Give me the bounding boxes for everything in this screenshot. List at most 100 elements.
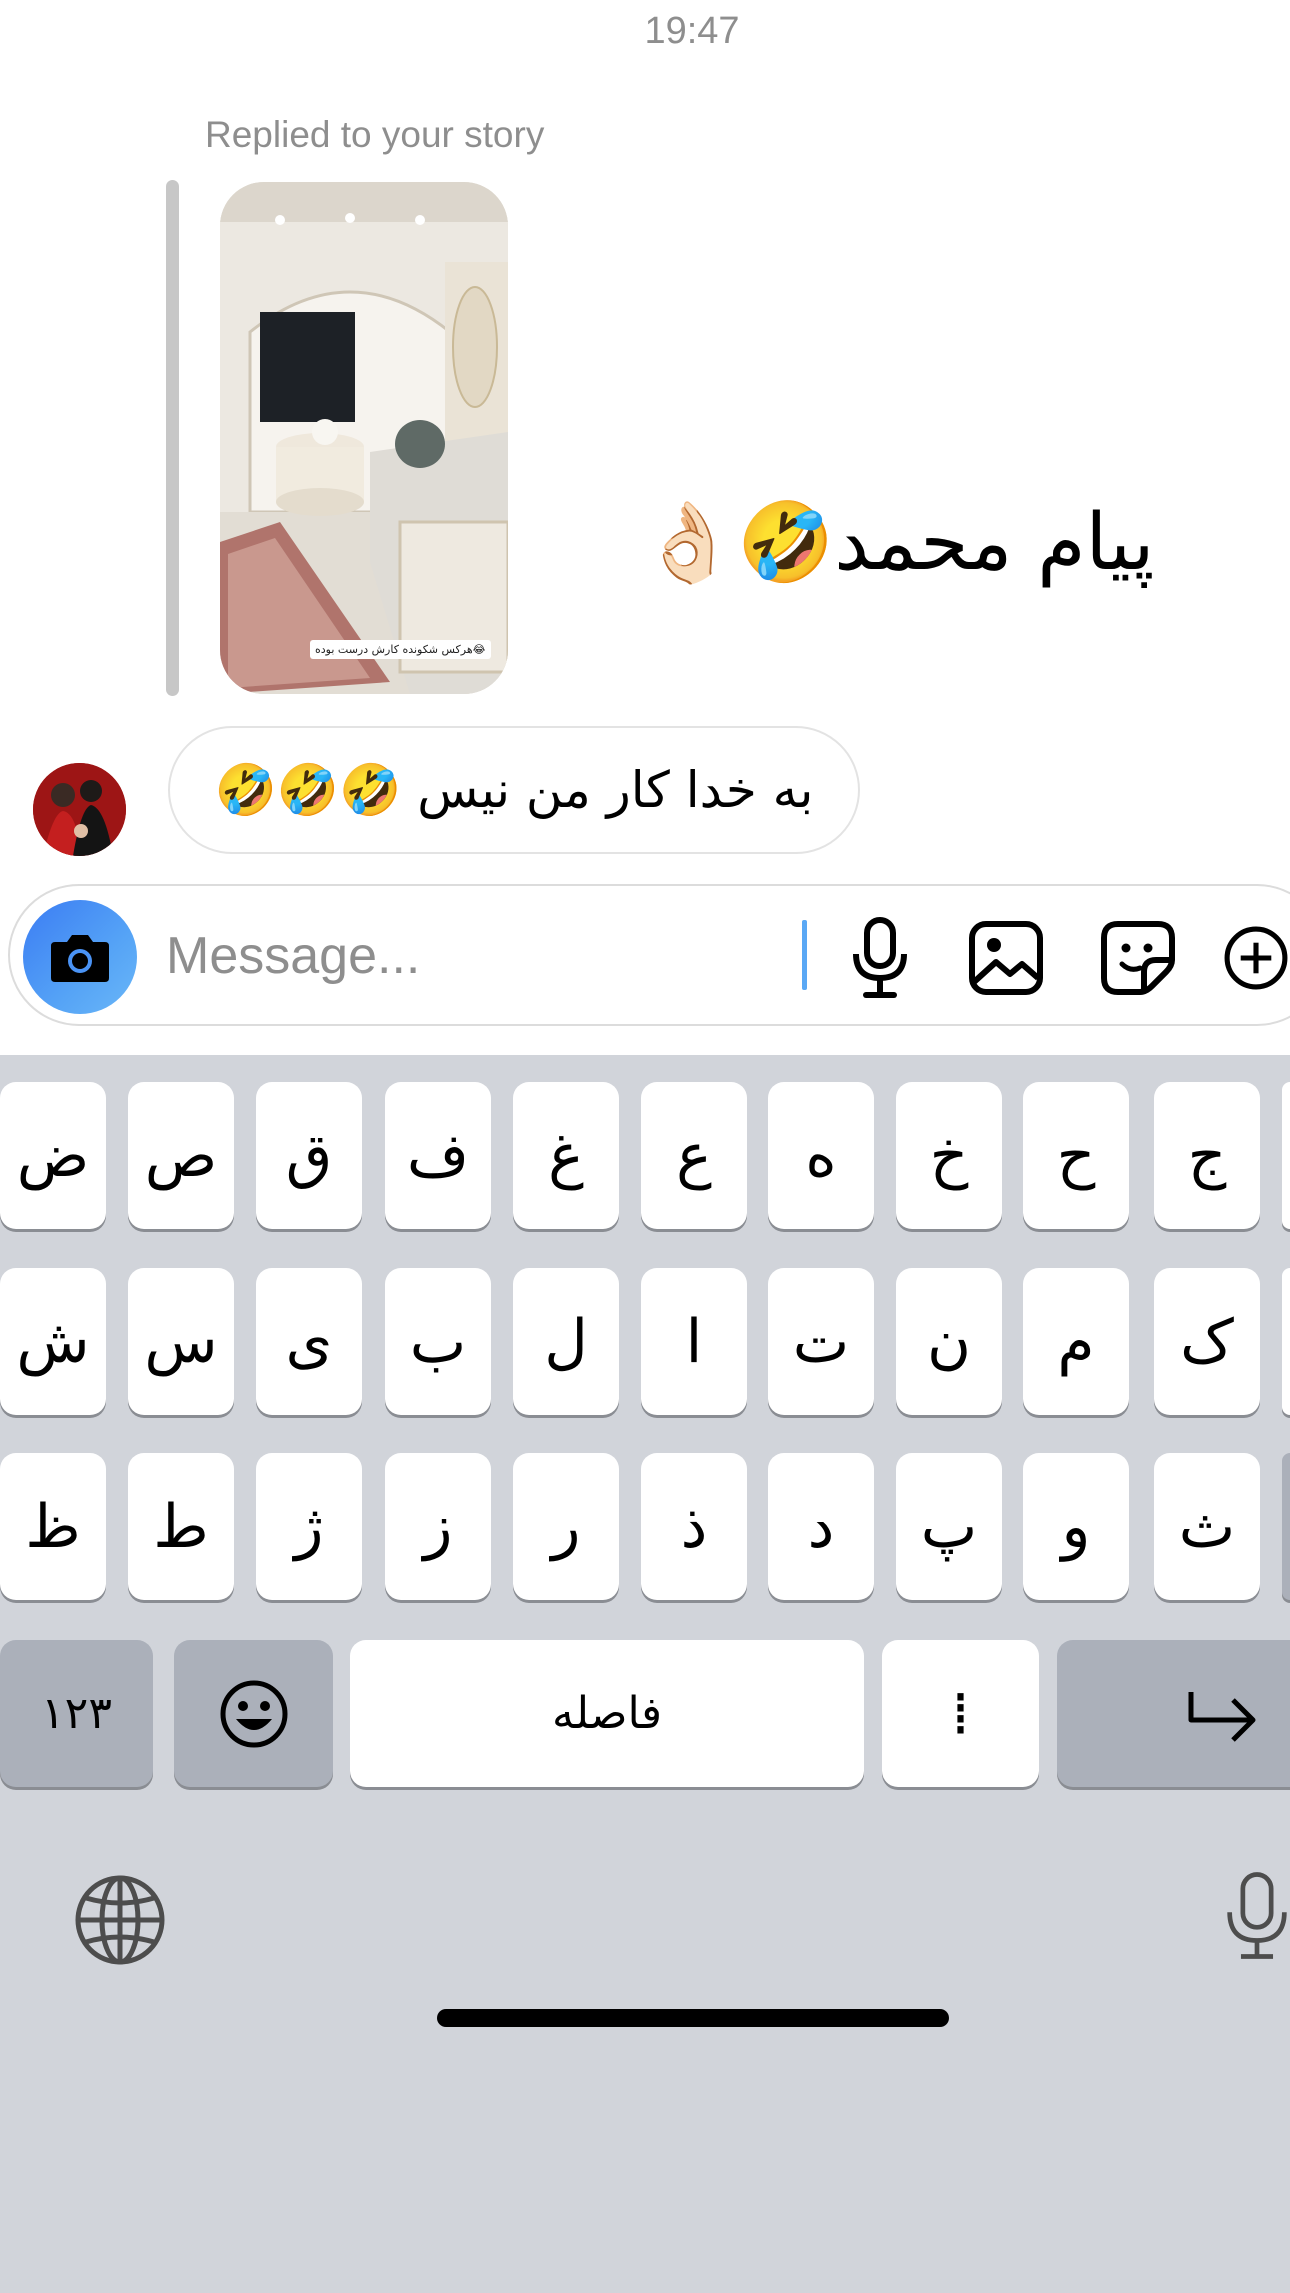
plus-circle-icon xyxy=(1224,926,1288,990)
key[interactable]: ژ xyxy=(256,1453,362,1600)
key[interactable]: ر xyxy=(513,1453,619,1600)
reply-quote-bar xyxy=(166,180,179,696)
emoji-icon xyxy=(220,1680,287,1747)
key-label: ه xyxy=(805,1120,837,1191)
key[interactable]: د xyxy=(768,1453,874,1600)
home-indicator xyxy=(437,2009,949,2027)
key-partial[interactable] xyxy=(1282,1268,1290,1415)
key-label: ع xyxy=(676,1120,712,1191)
key[interactable]: س xyxy=(128,1268,234,1415)
backspace-key-partial[interactable] xyxy=(1282,1453,1290,1600)
key[interactable]: غ xyxy=(513,1082,619,1229)
microphone-icon xyxy=(853,917,907,998)
key[interactable]: ذ xyxy=(641,1453,747,1600)
key-label: ط xyxy=(153,1491,209,1562)
key[interactable]: و xyxy=(1023,1453,1129,1600)
voice-message-button[interactable] xyxy=(832,910,928,1006)
avatar-photo xyxy=(33,763,126,856)
key-label: ظ xyxy=(25,1491,81,1562)
key[interactable]: ث xyxy=(1154,1453,1260,1600)
space-key[interactable]: فاصله xyxy=(350,1640,864,1787)
key-label: ن xyxy=(926,1306,972,1377)
key-label: ض xyxy=(16,1120,90,1191)
key[interactable]: ش xyxy=(0,1268,106,1415)
key[interactable]: ز xyxy=(385,1453,491,1600)
key-label: غ xyxy=(548,1120,584,1191)
message-timestamp: 19:47 xyxy=(644,10,740,52)
key-label: خ xyxy=(929,1120,969,1191)
key-label: ق xyxy=(285,1120,333,1191)
sticker-icon xyxy=(1101,921,1175,995)
key-label: ا xyxy=(685,1306,703,1377)
key[interactable]: ق xyxy=(256,1082,362,1229)
key-label: ر xyxy=(551,1491,581,1562)
globe-button[interactable] xyxy=(70,1870,170,1970)
key-label: د xyxy=(807,1491,835,1562)
dictation-mic-icon xyxy=(1227,1872,1287,1959)
key-label: و xyxy=(1061,1491,1091,1562)
key[interactable]: ع xyxy=(641,1082,747,1229)
key-label: ک xyxy=(1180,1306,1234,1377)
image-icon xyxy=(969,921,1043,995)
key[interactable]: خ xyxy=(896,1082,1002,1229)
key-label: ت xyxy=(792,1306,850,1377)
space-key-label: فاصله xyxy=(552,1688,662,1739)
key[interactable]: پ xyxy=(896,1453,1002,1600)
key[interactable]: ف xyxy=(385,1082,491,1229)
incoming-message-bubble[interactable]: به خدا کار من نیس 🤣🤣🤣 xyxy=(168,726,860,854)
key[interactable]: ج xyxy=(1154,1082,1260,1229)
key[interactable]: ح xyxy=(1023,1082,1129,1229)
key-label: ل xyxy=(544,1306,588,1377)
key-label: ث xyxy=(1178,1491,1236,1562)
emoji-key[interactable] xyxy=(174,1640,333,1787)
key-label: ج xyxy=(1187,1120,1227,1191)
key-label: پ xyxy=(920,1491,978,1562)
globe-icon xyxy=(75,1875,165,1965)
key-label: ح xyxy=(1056,1120,1096,1191)
key[interactable]: ظ xyxy=(0,1453,106,1600)
add-button[interactable] xyxy=(1222,910,1290,1006)
key[interactable]: ص xyxy=(128,1082,234,1229)
reply-message-text: پیام محمد🤣👌🏻 xyxy=(640,498,1155,588)
key-label: ص xyxy=(144,1120,218,1191)
key[interactable]: ک xyxy=(1154,1268,1260,1415)
key-label: ز xyxy=(423,1491,453,1562)
key[interactable]: ل xyxy=(513,1268,619,1415)
key-label: ی xyxy=(285,1306,333,1377)
key-label: ذ xyxy=(680,1491,708,1562)
key-label: ف xyxy=(406,1120,470,1191)
key[interactable]: ن xyxy=(896,1268,1002,1415)
incoming-message-text: به خدا کار من نیس 🤣🤣🤣 xyxy=(214,760,814,819)
key-label: ب xyxy=(409,1306,467,1377)
replied-to-story-label: Replied to your story xyxy=(205,114,545,155)
sticker-button[interactable] xyxy=(1090,910,1186,1006)
zwnj-key-label: ⁞ xyxy=(950,1678,971,1749)
key[interactable]: ه xyxy=(768,1082,874,1229)
key[interactable]: ط xyxy=(128,1453,234,1600)
gallery-button[interactable] xyxy=(958,910,1054,1006)
key[interactable]: ب xyxy=(385,1268,491,1415)
numbers-key-label: ۱۲۳ xyxy=(41,1688,112,1739)
key-label: م xyxy=(1057,1306,1095,1377)
key-label: ژ xyxy=(294,1491,324,1562)
dictation-button[interactable] xyxy=(1224,1866,1290,1966)
message-input[interactable] xyxy=(166,922,786,990)
text-caret xyxy=(802,920,807,990)
key[interactable]: ا xyxy=(641,1268,747,1415)
key[interactable]: ت xyxy=(768,1268,874,1415)
numbers-key[interactable]: ۱۲۳ xyxy=(0,1640,153,1787)
key[interactable]: ض xyxy=(0,1082,106,1229)
camera-icon xyxy=(51,935,109,982)
story-room-image xyxy=(220,182,508,694)
zwnj-key[interactable]: ⁞ xyxy=(882,1640,1039,1787)
key[interactable]: م xyxy=(1023,1268,1129,1415)
key-label: ش xyxy=(16,1306,90,1377)
return-icon xyxy=(1188,1691,1256,1742)
key-partial[interactable] xyxy=(1282,1082,1290,1229)
return-key[interactable] xyxy=(1057,1640,1290,1787)
key[interactable]: ی xyxy=(256,1268,362,1415)
key-label: س xyxy=(144,1306,218,1377)
avatar[interactable] xyxy=(33,763,126,856)
camera-button[interactable] xyxy=(23,900,137,1014)
story-thumbnail[interactable]: هرکس شکوندە کارش درست بوده😂 xyxy=(220,182,508,694)
